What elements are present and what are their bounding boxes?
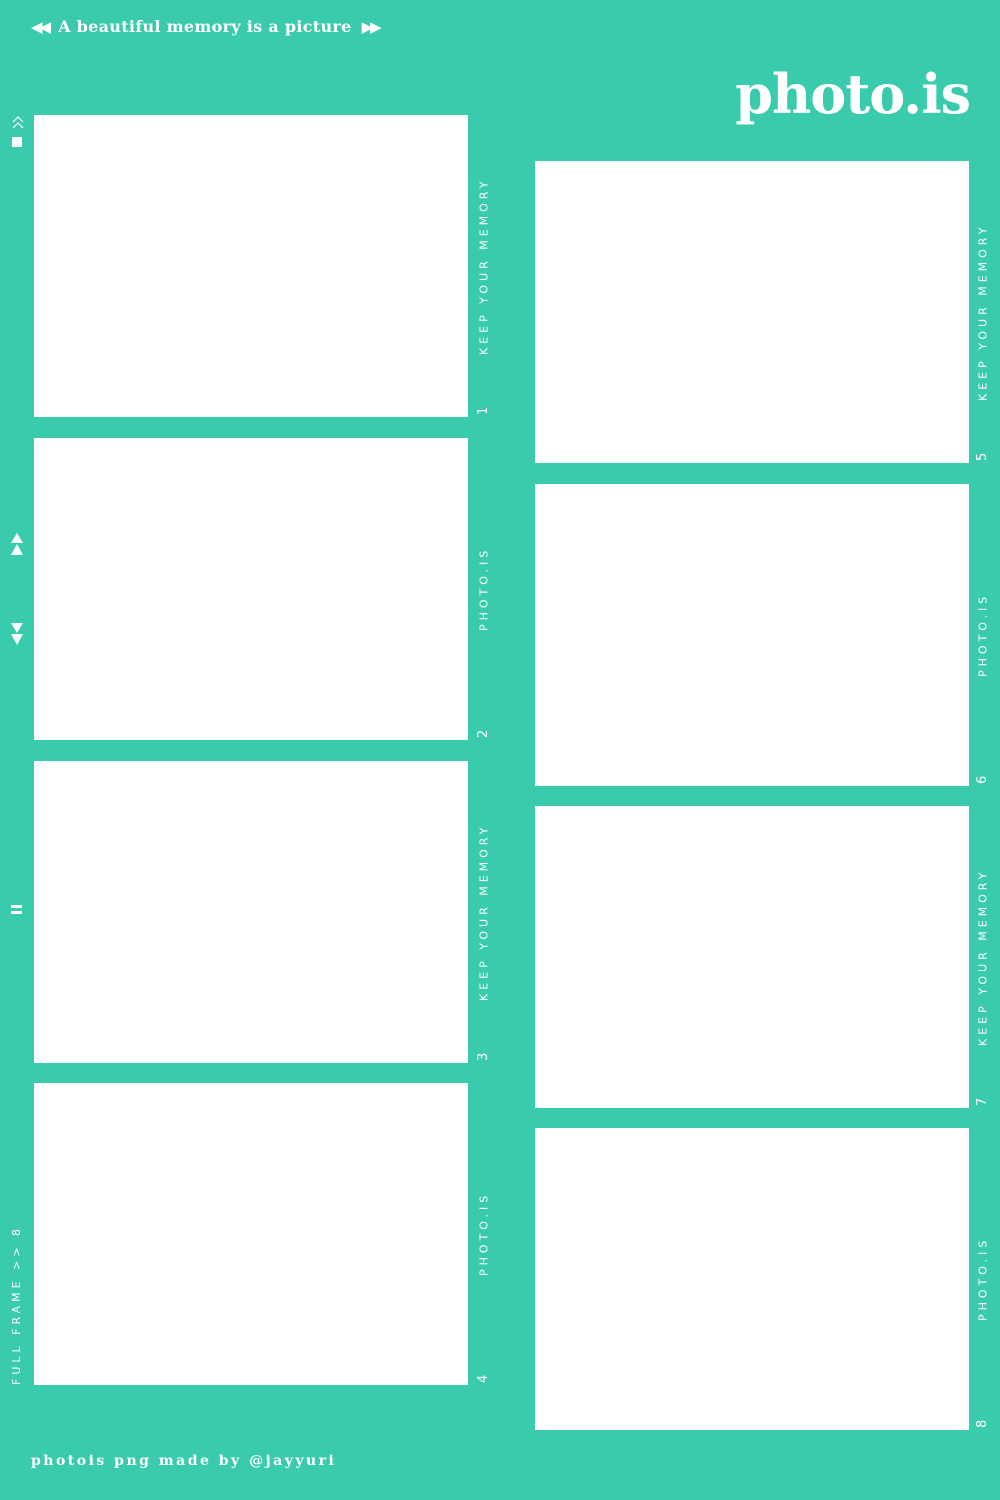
frame-number: 7 — [975, 1097, 990, 1106]
frame-number: 4 — [476, 1374, 491, 1383]
footer-credit: photois png made by @jayyuri — [31, 1453, 337, 1469]
tagline: ◀◀ A beautiful memory is a picture ▶▶ — [31, 17, 382, 36]
photo-frame-6[interactable] — [535, 484, 969, 786]
frame-label-8: PHOTO.IS 8 — [975, 1128, 990, 1430]
photo-frame-4[interactable] — [34, 1083, 468, 1385]
fast-forward-icon: ▶▶ — [361, 17, 382, 36]
frame-number: 3 — [476, 1052, 491, 1061]
frame-number: 6 — [975, 775, 990, 784]
photo-frame-1[interactable] — [34, 115, 468, 417]
full-frame-label: FULL FRAME >> 8 — [10, 1224, 23, 1385]
tagline-text: A beautiful memory is a picture — [58, 17, 352, 36]
frame-caption: KEEP YOUR MEMORY — [477, 177, 491, 355]
frame-caption: KEEP YOUR MEMORY — [976, 223, 990, 401]
rewind-icon: ◀◀ — [31, 17, 51, 36]
double-up-triangle-icon — [11, 533, 23, 555]
frame-caption: PHOTO.IS — [477, 1191, 491, 1277]
frame-number: 5 — [975, 452, 990, 461]
photo-frame-5[interactable] — [535, 161, 969, 463]
photo-frame-2[interactable] — [34, 438, 468, 740]
double-down-triangle-icon — [11, 623, 23, 645]
frame-label-2: PHOTO.IS 2 — [476, 438, 491, 740]
photo-frame-7[interactable] — [535, 806, 969, 1108]
frame-label-4: PHOTO.IS 4 — [476, 1083, 491, 1385]
brand-title: photo.is — [735, 62, 971, 126]
chevron-up-stop-icon — [12, 116, 24, 147]
frame-label-5: KEEP YOUR MEMORY 5 — [975, 161, 990, 463]
frame-caption: PHOTO.IS — [477, 546, 491, 632]
frame-label-6: PHOTO.IS 6 — [975, 484, 990, 786]
frame-label-1: KEEP YOUR MEMORY 1 — [476, 115, 491, 417]
photo-frame-8[interactable] — [535, 1128, 969, 1430]
frame-number: 8 — [975, 1419, 990, 1428]
frame-caption: KEEP YOUR MEMORY — [477, 823, 491, 1001]
frame-label-3: KEEP YOUR MEMORY 3 — [476, 761, 491, 1063]
frame-caption: KEEP YOUR MEMORY — [976, 868, 990, 1046]
pause-icon — [11, 905, 22, 914]
frame-label-7: KEEP YOUR MEMORY 7 — [975, 806, 990, 1108]
frame-number: 2 — [476, 729, 491, 738]
frame-caption: PHOTO.IS — [976, 1236, 990, 1322]
frame-caption: PHOTO.IS — [976, 592, 990, 678]
frame-number: 1 — [476, 406, 491, 415]
photo-frame-3[interactable] — [34, 761, 468, 1063]
